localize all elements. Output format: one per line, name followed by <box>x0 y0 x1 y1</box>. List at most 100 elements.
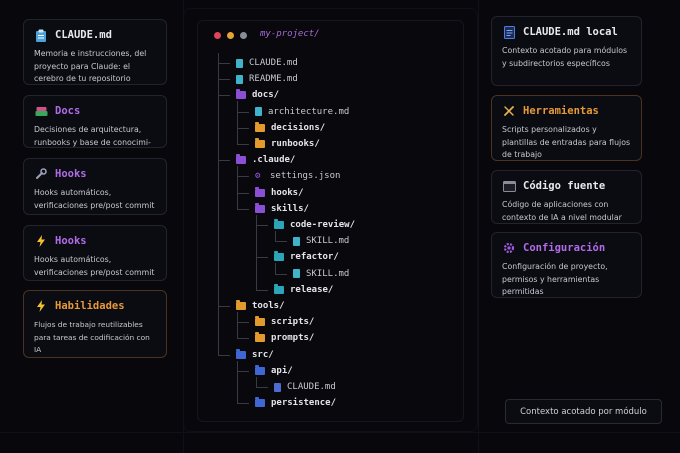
card-title-row: Docs <box>34 104 156 118</box>
tree-connector <box>218 53 219 355</box>
card-docs[interactable]: Docs Decisiones de arquitectura, runbook… <box>23 95 167 148</box>
tools-icon <box>502 104 516 118</box>
folder-icon <box>255 121 265 132</box>
card-hooks[interactable]: Hooks Hooks automáticos, verificaciones … <box>23 158 167 215</box>
card-title: Habilidades <box>55 300 125 312</box>
tree-folder[interactable]: refactor/ <box>274 251 339 263</box>
card-title-row: Habilidades <box>34 299 156 313</box>
card-claude-md[interactable]: CLAUDE.md Memoria e instrucciones, del p… <box>23 19 167 85</box>
tree-folder[interactable]: decisions/ <box>255 121 325 134</box>
tree-connector <box>237 360 238 404</box>
folder-icon <box>255 397 265 408</box>
tree-file[interactable]: SKILL.md <box>293 235 349 247</box>
project-title: my-project/ <box>260 29 320 39</box>
card-herramientas[interactable]: Herramientas Scripts personalizados y pl… <box>491 95 642 161</box>
tree-connector <box>237 338 249 340</box>
grid-line <box>478 0 479 453</box>
tree-item-label: prompts/ <box>271 333 315 344</box>
tree-folder[interactable]: runbooks/ <box>255 138 320 150</box>
lightning-icon <box>34 234 48 248</box>
tree-file[interactable]: CLAUDE.md <box>274 381 336 393</box>
tree-folder[interactable]: scripts/ <box>255 316 314 328</box>
folder-icon <box>274 283 284 294</box>
tree-item-label: refactor/ <box>290 252 339 263</box>
card-title-row: Hooks <box>34 167 156 181</box>
tree-connector <box>237 403 249 405</box>
tree-file[interactable]: ⚙ settings.json <box>255 170 340 182</box>
card-claude-md-local[interactable]: CLAUDE.md local Contexto acotado para mó… <box>491 16 642 86</box>
tree-item-label: skills/ <box>271 203 309 214</box>
folder-icon <box>255 316 265 327</box>
close-dot[interactable] <box>214 32 221 39</box>
grid-line <box>0 432 680 433</box>
file-icon <box>274 382 281 392</box>
tree-connector <box>237 111 249 113</box>
folder-icon <box>255 364 265 375</box>
card-title: Configuración <box>523 242 606 254</box>
tree-connector <box>256 289 268 291</box>
tree-connector <box>275 241 287 243</box>
tree-folder[interactable]: code-review/ <box>274 219 355 231</box>
folder-icon <box>255 186 265 197</box>
tree-folder[interactable]: persistence/ <box>255 397 336 409</box>
tree-item-label: CLAUDE.md <box>249 58 298 68</box>
tree-item-label: docs/ <box>252 90 280 101</box>
tree-connector <box>218 306 230 307</box>
maximize-dot[interactable] <box>240 32 247 39</box>
card-description: Memoria e instrucciones, del proyecto pa… <box>34 49 147 83</box>
tree-folder[interactable]: hooks/ <box>255 186 304 199</box>
tree-file[interactable]: README.md <box>236 73 298 85</box>
tree-file[interactable]: architecture.md <box>255 106 349 118</box>
tree-folder[interactable]: prompts/ <box>255 332 314 344</box>
folder-icon <box>236 154 246 165</box>
tree-connector <box>256 214 257 290</box>
tree-connector <box>237 322 249 324</box>
tree-connector <box>275 263 276 274</box>
tree-connector <box>218 63 230 64</box>
tree-connector <box>275 231 276 242</box>
tree-item-label: settings.json <box>270 171 341 182</box>
tree-folder[interactable]: release/ <box>274 283 333 296</box>
tree-item-label: src/ <box>252 349 274 360</box>
card-description: Hooks automáticos, verificaciones pre/po… <box>34 255 155 277</box>
footer-label: Contexto acotado por módulo <box>505 399 662 424</box>
card-habilidades[interactable]: Habilidades Flujos de trabajo reutilizab… <box>23 290 167 358</box>
card-configuracion[interactable]: Configuración Configuración de proyecto,… <box>491 232 642 298</box>
tree-folder[interactable]: api/ <box>255 364 293 377</box>
tree-folder[interactable]: src/ <box>236 348 274 361</box>
file-icon <box>293 236 300 246</box>
wrench-icon <box>34 167 48 181</box>
lightning-icon <box>34 299 48 313</box>
tree-item-label: persistence/ <box>271 398 337 409</box>
card-description: Flujos de trabajo reutilizables para tar… <box>34 320 150 354</box>
book-icon <box>34 104 48 118</box>
folder-icon <box>274 251 284 262</box>
tree-folder[interactable]: .claude/ <box>236 154 295 166</box>
clipboard-icon <box>34 28 48 42</box>
tree-connector <box>237 370 249 372</box>
card-hooks-2[interactable]: Hooks Hooks automáticos, verificaciones … <box>23 225 167 281</box>
folder-icon <box>236 300 246 310</box>
tree-item-label: api/ <box>271 365 293 376</box>
tree-folder[interactable]: docs/ <box>236 89 279 101</box>
tree-file[interactable]: SKILL.md <box>293 268 349 280</box>
card-title: Herramientas <box>523 105 599 117</box>
card-description: Scripts personalizados y plantillas de e… <box>502 125 631 159</box>
minimize-dot[interactable] <box>227 32 234 39</box>
card-description: Código de aplicaciones con contexto de I… <box>502 200 622 222</box>
card-title-row: Herramientas <box>502 104 631 118</box>
card-title: Hooks <box>55 168 87 180</box>
card-description: Hooks automáticos, verificaciones pre/po… <box>34 188 155 210</box>
card-codigo-fuente[interactable]: Código fuente Código de aplicaciones con… <box>491 170 642 224</box>
file-icon <box>236 74 243 84</box>
tree-connector <box>256 257 268 259</box>
tree-connector <box>218 160 230 162</box>
tree-connector <box>237 208 249 210</box>
tree-folder[interactable]: tools/ <box>236 300 285 312</box>
tree-connector <box>237 101 238 144</box>
tree-connector <box>256 387 268 388</box>
card-title: Hooks <box>55 235 87 247</box>
tree-folder[interactable]: skills/ <box>255 202 309 215</box>
tree-file[interactable]: CLAUDE.md <box>236 57 298 69</box>
window-controls <box>214 32 247 39</box>
